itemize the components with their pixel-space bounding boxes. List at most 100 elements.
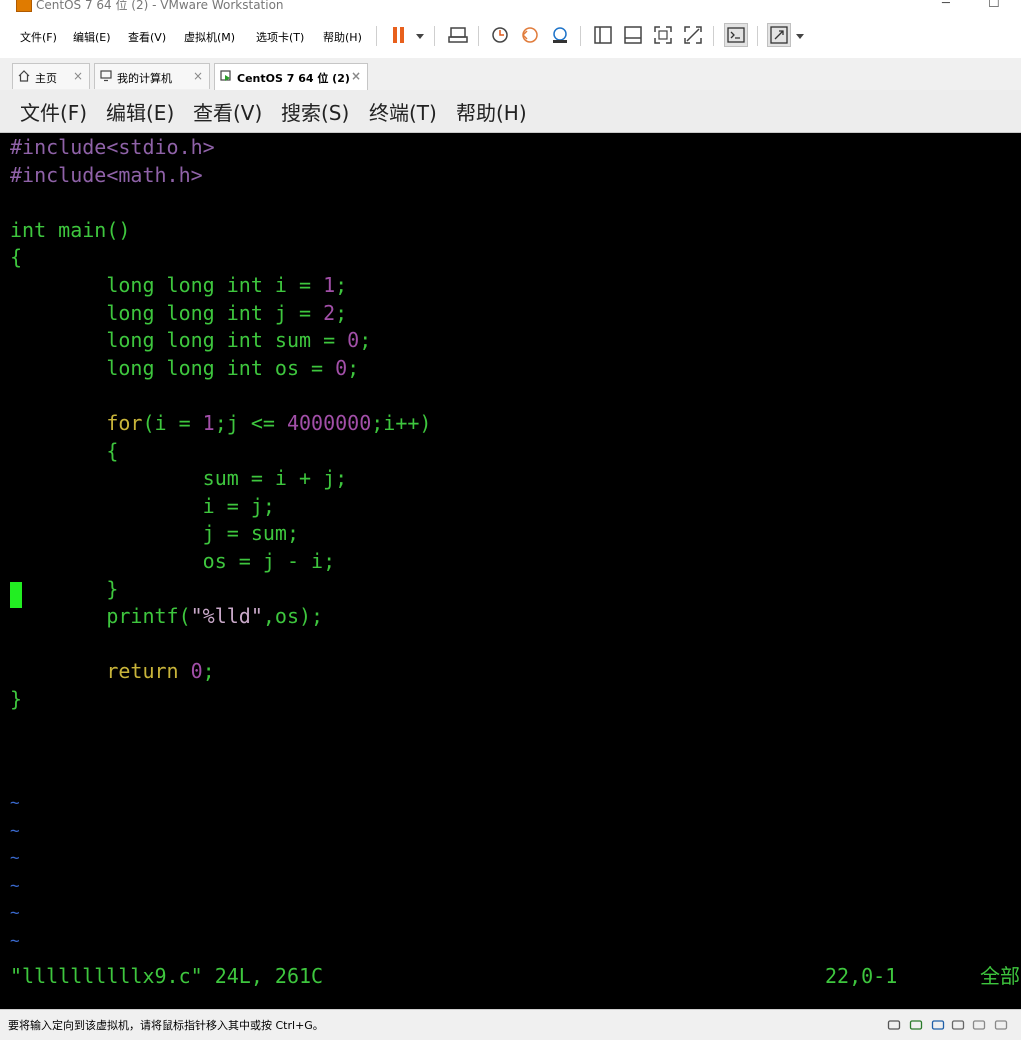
code-token: 1 [323,273,336,297]
snapshot-take-icon[interactable] [488,23,512,47]
tab-centos-label: CentOS 7 64 位 (2) [237,72,350,85]
code-token: long long int [10,355,275,380]
code-token: for [106,411,143,435]
unity-icon[interactable] [681,23,705,47]
vim-status-file: "llllllllllx9.c" 24L, 261C [10,964,324,988]
console-view-icon[interactable] [724,23,748,47]
code-token: os = j - i; [10,549,336,573]
code-token: ,os); [262,604,324,629]
menu-view[interactable]: 查看(V) [128,29,166,45]
title-bar: CentOS 7 64 位 (2) - VMware Workstation ─… [0,0,1021,14]
view-library-icon[interactable] [591,23,615,47]
code-token: ; [335,273,348,297]
pause-dropdown-icon[interactable] [416,34,424,39]
code-token: j = [274,300,324,325]
code-token: return [106,659,179,684]
code-token: } [10,576,119,601]
snapshot-manager-icon[interactable] [548,23,572,47]
terminal-menu-terminal[interactable]: 终端(T) [369,97,437,126]
pause-button[interactable] [386,23,410,47]
view-thumbnail-icon[interactable] [621,23,645,47]
network-icon[interactable] [931,1017,945,1031]
terminal-screen[interactable]: #include<stdio.h> #include<math.h> int mai… [0,133,1021,1009]
menu-vm[interactable]: 虚拟机(M) [184,29,235,45]
toolbar-separator [580,26,581,46]
code-line: printf("%lld",os); [10,603,323,630]
code-token: <stdio.h> [106,135,215,159]
send-ctrl-alt-del-icon[interactable] [446,23,470,47]
code-line: int main() [10,217,130,244]
tab-my-computer[interactable]: 我的计算机 × [94,63,210,89]
toolbar-separator [376,26,377,46]
code-line: long long int j = 2; [10,300,347,327]
tab-centos[interactable]: CentOS 7 64 位 (2) × [214,63,368,90]
terminal-menu-help[interactable]: 帮助(H) [456,97,527,126]
empty-line-tilde: ~ [10,820,20,840]
menu-file[interactable]: 文件(F) [20,29,57,45]
terminal-menu-bar: 文件(F) 编辑(E) 查看(V) 搜索(S) 终端(T) 帮助(H) [0,90,1021,133]
code-line: long long int i = 1; [10,272,347,299]
tab-close-button[interactable]: × [193,69,203,83]
menu-help[interactable]: 帮助(H) [323,29,362,45]
code-token: 0 [190,659,203,684]
vim-status-position: 22,0-1 [825,964,898,988]
sound-icon[interactable] [972,1017,986,1031]
monitor-icon [100,70,112,82]
code-token: sum = i + j; [10,466,348,491]
empty-line-tilde: ~ [10,875,20,895]
stretch-dropdown-icon[interactable] [796,34,804,39]
cdrom-icon[interactable] [909,1017,923,1031]
terminal-menu-search[interactable]: 搜索(S) [281,97,349,126]
code-token: long long int [10,300,275,325]
window-title: CentOS 7 64 位 (2) - VMware Workstation [36,0,284,12]
code-token: ; [335,300,348,325]
tab-bar: 主页 × 我的计算机 × CentOS 7 64 位 (2) × [0,58,1021,91]
code-line: { [10,438,118,465]
code-token: ; [359,328,372,353]
minimize-button[interactable]: ─ [942,0,950,11]
snapshot-revert-icon[interactable] [518,23,542,47]
code-token: ; [202,659,215,684]
code-token: "%lld" [190,604,263,629]
toolbar-separator [757,26,758,46]
status-bar: 要将输入定向到该虚拟机，请将鼠标指针移入其中或按 Ctrl+G。 [0,1009,1021,1040]
tab-close-button[interactable]: × [73,69,83,83]
empty-line-tilde: ~ [10,848,20,868]
empty-line-tilde: ~ [10,903,20,923]
printer-icon[interactable] [951,1017,965,1031]
code-line: { [10,244,22,271]
stretch-view-icon[interactable] [767,23,791,47]
code-line: i = j; [10,493,275,520]
maximize-button[interactable]: ☐ [988,0,1000,11]
code-token: i = j; [10,493,275,518]
empty-line-tilde: ~ [10,931,20,950]
full-screen-icon[interactable] [651,23,675,47]
terminal-menu-view[interactable]: 查看(V) [193,97,262,126]
menu-tabs[interactable]: 选项卡(T) [256,29,304,45]
tab-close-button[interactable]: × [351,69,361,83]
code-token: #include [10,162,107,187]
code-line: } [10,686,22,713]
code-line: #include<stdio.h> [10,134,215,161]
code-token: { [10,438,119,463]
toolbar-separator [478,26,479,46]
code-token: #include [10,135,107,159]
menu-edit[interactable]: 编辑(E) [73,29,111,45]
terminal-menu-edit[interactable]: 编辑(E) [106,97,174,126]
toolbar-separator [713,26,714,46]
code-token: long long int [10,328,275,353]
code-token: ;i++) [371,411,432,435]
code-token: os = [274,355,336,380]
home-icon [18,70,30,82]
hdd-icon[interactable] [887,1017,901,1031]
vmware-app-icon [16,0,32,12]
status-message: 要将输入定向到该虚拟机，请将鼠标指针移入其中或按 Ctrl+G。 [8,1019,324,1032]
usb-icon[interactable] [994,1017,1008,1031]
terminal-menu-file[interactable]: 文件(F) [20,97,87,126]
code-token: 2 [323,300,336,325]
code-token: long long int [10,273,275,297]
tab-home[interactable]: 主页 × [12,63,90,89]
